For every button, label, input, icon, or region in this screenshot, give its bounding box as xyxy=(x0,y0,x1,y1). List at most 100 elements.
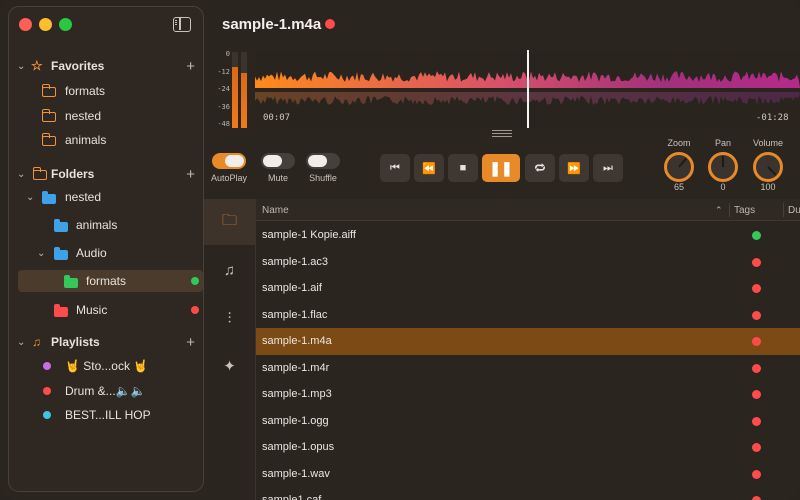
app-window: ⌄ ☆ Favorites + formats nested animals ⌄… xyxy=(0,0,800,500)
file-name: sample-1.opus xyxy=(262,441,335,453)
tab-mixer[interactable]: ⫶ xyxy=(204,295,255,341)
stop-button[interactable]: ■ xyxy=(448,154,478,182)
tab-playlists[interactable]: ♫ xyxy=(204,247,255,293)
folder-icon xyxy=(42,191,56,204)
skip-back-icon: ⏮ xyxy=(390,161,400,174)
table-row[interactable]: sample-1.m4a xyxy=(256,328,800,355)
column-divider[interactable] xyxy=(783,203,784,217)
table-row[interactable]: sample-1.ogg xyxy=(256,408,800,435)
meter-scale-label: -24 xyxy=(217,85,230,93)
sidebar-item-label: 🤘 Sto...ock 🤘 xyxy=(65,359,149,373)
sidebar: ⌄ ☆ Favorites + formats nested animals ⌄… xyxy=(8,6,204,492)
table-row[interactable]: sample-1 Kopie.aiff xyxy=(256,222,800,249)
tab-files[interactable]: 🗀 xyxy=(204,199,255,245)
table-row[interactable]: sample-1.aif xyxy=(256,275,800,302)
file-title: sample-1.m4a xyxy=(222,16,322,33)
tag-dot xyxy=(752,310,761,320)
table-row[interactable]: sample1.caf xyxy=(256,487,800,500)
favorites-label: Favorites xyxy=(51,59,105,73)
zoom-knob[interactable] xyxy=(664,152,694,182)
tab-effects[interactable]: ✦ xyxy=(204,343,255,389)
sparkles-icon: ✦ xyxy=(223,358,236,375)
add-favorite-icon[interactable]: + xyxy=(186,58,195,75)
folder-outline-icon: 🗀 xyxy=(221,211,237,229)
table-row[interactable]: sample-1.mp3 xyxy=(256,381,800,408)
chevron-down-icon[interactable]: ⌄ xyxy=(17,337,25,348)
sidebar-item-folder-nested[interactable]: ⌄ nested xyxy=(9,186,203,208)
sidebar-item-favorite-animals[interactable]: animals xyxy=(9,129,203,151)
add-folder-icon[interactable]: + xyxy=(186,166,195,183)
table-row[interactable]: sample-1.ac3 xyxy=(256,249,800,276)
table-row[interactable]: sample-1.flac xyxy=(256,302,800,329)
sidebar-item-label: BEST...ILL HOP xyxy=(65,408,151,422)
table-row[interactable]: sample-1.opus xyxy=(256,434,800,461)
tag-dot xyxy=(752,496,761,500)
fast-forward-button[interactable]: ⏩ xyxy=(559,154,589,182)
folder-icon xyxy=(41,133,56,146)
playhead[interactable] xyxy=(527,50,529,128)
folder-icon xyxy=(54,219,68,232)
zoom-window-button[interactable] xyxy=(59,18,72,31)
shuffle-toggle[interactable] xyxy=(306,153,340,169)
sidebar-item-folder-music[interactable]: Music xyxy=(9,299,203,321)
mute-toggle[interactable] xyxy=(261,153,295,169)
chevron-down-icon[interactable]: ⌄ xyxy=(37,248,45,259)
sidebar-item-folder-animals[interactable]: animals xyxy=(9,214,203,236)
add-playlist-icon[interactable]: + xyxy=(186,334,195,351)
volume-label: Volume xyxy=(752,138,784,148)
chevron-down-icon[interactable]: ⌄ xyxy=(17,61,25,72)
table-row[interactable]: sample-1.wav xyxy=(256,461,800,488)
tag-dot xyxy=(752,363,761,373)
file-name: sample-1 Kopie.aiff xyxy=(262,229,356,241)
column-header-duration[interactable]: Du xyxy=(788,205,800,216)
column-divider[interactable] xyxy=(729,203,730,217)
pan-knob[interactable] xyxy=(708,152,738,182)
sidebar-item-folder-audio[interactable]: ⌄ Audio xyxy=(9,242,203,264)
close-window-button[interactable] xyxy=(19,18,32,31)
playlists-section-header[interactable]: ⌄ ♫ Playlists + xyxy=(9,331,203,353)
table-row[interactable]: sample-1.m4r xyxy=(256,355,800,382)
toggle-knob xyxy=(308,155,327,167)
music-list-icon: ♫ xyxy=(223,261,236,279)
sidebar-item-folder-formats[interactable]: formats xyxy=(18,270,203,292)
tag-dot xyxy=(752,390,761,399)
playlist-color-dot xyxy=(43,411,51,419)
resize-grip-icon[interactable] xyxy=(492,130,512,138)
folder-icon xyxy=(41,109,56,122)
chevron-down-icon[interactable]: ⌄ xyxy=(26,192,34,203)
sidebar-item-playlist[interactable]: BEST...ILL HOP xyxy=(9,404,203,426)
toggle-knob xyxy=(225,155,244,167)
sidebar-item-playlist[interactable]: Drum &...🔈🔈 xyxy=(9,380,203,402)
column-header-tags[interactable]: Tags xyxy=(734,205,755,216)
stop-icon: ■ xyxy=(459,162,467,174)
column-header-name[interactable]: Name xyxy=(262,205,289,216)
folders-section-header[interactable]: ⌄ Folders + xyxy=(9,163,203,185)
sidebar-item-playlist[interactable]: 🤘 Sto...ock 🤘 xyxy=(9,355,203,377)
folder-icon xyxy=(54,247,68,260)
autoplay-label: AutoPlay xyxy=(210,173,248,183)
status-dot xyxy=(191,306,199,314)
level-meter-right xyxy=(241,52,247,128)
tag-dot xyxy=(752,284,761,293)
next-track-button[interactable]: ⏭ xyxy=(593,154,623,182)
tag-dot xyxy=(752,257,761,267)
sort-chevron-icon[interactable]: ⌃ xyxy=(715,205,723,216)
loop-button[interactable]: 🔁︎ xyxy=(525,154,555,182)
sidebar-item-favorite-formats[interactable]: formats xyxy=(9,80,203,102)
pause-button[interactable]: ❚❚ xyxy=(482,154,520,182)
minimize-window-button[interactable] xyxy=(39,18,52,31)
sidebar-item-favorite-nested[interactable]: nested xyxy=(9,105,203,127)
sidebar-toggle-icon[interactable] xyxy=(173,17,191,32)
autoplay-toggle[interactable] xyxy=(212,153,246,169)
mute-label: Mute xyxy=(267,173,288,183)
meter-scale-label: -48 xyxy=(217,120,230,128)
chevron-down-icon[interactable]: ⌄ xyxy=(17,169,25,180)
folder-icon xyxy=(41,84,56,97)
favorites-section-header[interactable]: ⌄ ☆ Favorites + xyxy=(9,55,203,77)
level-meter-fill xyxy=(232,67,238,128)
rewind-button[interactable]: ⏪ xyxy=(414,154,444,182)
remaining-time: -01:28 xyxy=(756,113,789,123)
previous-track-button[interactable]: ⏮ xyxy=(380,154,410,182)
file-name: sample-1.aif xyxy=(262,282,322,294)
volume-knob[interactable] xyxy=(753,152,783,182)
